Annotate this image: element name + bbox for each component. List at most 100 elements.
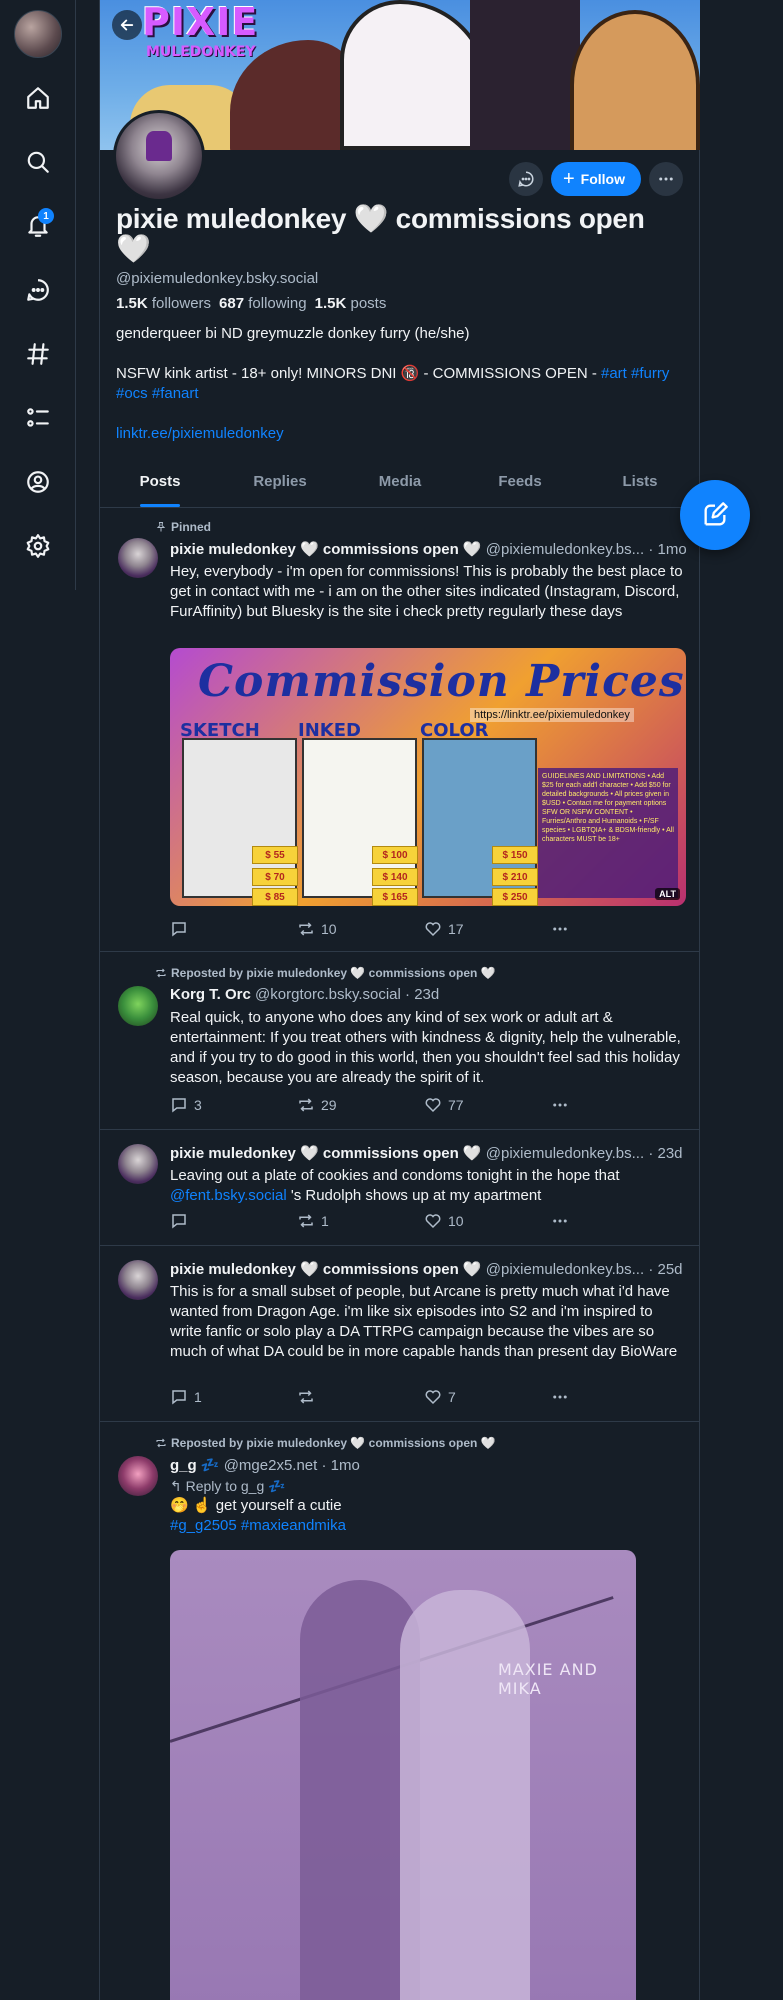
post-time[interactable]: · 23d [648,1145,682,1162]
post-time[interactable]: · 25d [648,1261,682,1278]
repost-button[interactable]: 10 [297,920,424,938]
repost-label: Reposted by pixie muledonkey 🤍 commissio… [155,966,496,980]
profile-column: PIXIE MULEDONKEY + Follow pixie muledonk… [99,0,700,2000]
post-time[interactable]: · 23d [405,986,439,1003]
heart-icon [425,1214,441,1229]
compose-button[interactable] [680,480,750,550]
post-actions: 1 7 [170,1388,590,1406]
repost-icon [299,1098,313,1112]
search-icon[interactable] [18,142,58,182]
reply-button[interactable] [170,920,297,938]
repost-icon [299,1390,313,1404]
like-button[interactable]: 10 [424,1212,551,1230]
tab-replies[interactable]: Replies [220,460,340,507]
post-more-button[interactable] [551,1388,590,1406]
reply-icon [172,1390,186,1405]
profile-info: pixie muledonkey 🤍 commissions open 🤍 @p… [116,204,686,464]
avatar[interactable] [118,538,158,578]
tab-posts[interactable]: Posts [100,460,220,507]
reply-icon [172,1214,186,1229]
repost-button[interactable]: 1 [297,1212,424,1230]
chat-icon [518,171,534,187]
left-nav-rail: 1 [0,0,76,590]
post-card[interactable]: Reposted by pixie muledonkey 🤍 commissio… [100,1422,700,2000]
bio-link[interactable]: linktr.ee/pixiemuledonkey [116,425,284,442]
hashtag-link[interactable]: #g_g2505 #maxieandmika [170,1517,346,1534]
post-text: This is for a small subset of people, bu… [170,1283,678,1360]
mention-link[interactable]: @fent.bsky.social [170,1187,287,1204]
arrow-left-icon [120,19,134,31]
hashtag-link[interactable]: #fanart [152,385,199,402]
avatar[interactable] [118,1260,158,1300]
followers-stat[interactable]: 1.5K followers [116,295,211,312]
tab-media[interactable]: Media [340,460,460,507]
notifications-badge: 1 [38,208,54,224]
author-name[interactable]: g_g [170,1457,197,1474]
like-button[interactable]: 7 [424,1388,551,1406]
hashtag-link[interactable]: #ocs [116,385,148,402]
account-avatar[interactable] [14,10,62,58]
post-hashtags: #g_g2505 #maxieandmika [170,1516,686,1536]
reply-button[interactable]: 3 [170,1096,297,1114]
author-handle[interactable]: @pixiemuledonkey.bs... [486,541,644,558]
chat-icon[interactable] [18,270,58,310]
more-options-button[interactable] [649,162,683,196]
bell-icon[interactable]: 1 [18,206,58,246]
avatar[interactable] [118,1456,158,1496]
post-image[interactable]: MAXIE AND MIKA [170,1550,636,2000]
image-title: Commission Prices [198,656,685,707]
post-card[interactable]: Pinned pixie muledonkey 🤍 commissions op… [100,508,700,952]
alt-badge[interactable]: ALT [655,888,680,900]
reply-to-label[interactable]: ↰ Reply to g_g 💤 [170,1476,686,1496]
reply-button[interactable] [170,1212,297,1230]
author-name[interactable]: pixie muledonkey 🤍 commissions open 🤍 [170,1145,482,1162]
post-more-button[interactable] [551,1096,590,1114]
profile-icon[interactable] [18,462,58,502]
back-button[interactable] [112,10,142,40]
author-handle[interactable]: @korgtorc.bsky.social [255,986,401,1003]
author-handle[interactable]: @mge2x5.net [224,1457,318,1474]
list-icon[interactable] [18,398,58,438]
post-more-button[interactable] [551,920,590,938]
author-name[interactable]: pixie muledonkey 🤍 commissions open 🤍 [170,541,482,558]
ellipsis-icon [659,177,673,181]
reply-button[interactable]: 1 [170,1388,297,1406]
repost-icon [299,1214,313,1228]
ellipsis-icon [553,1395,567,1399]
repost-icon [156,968,166,978]
post-card[interactable]: Reposted by pixie muledonkey 🤍 commissio… [100,952,700,1130]
pinned-label: Pinned [155,520,211,534]
tab-feeds[interactable]: Feeds [460,460,580,507]
avatar[interactable] [118,986,158,1026]
post-actions: 10 17 [170,920,590,938]
post-card[interactable]: pixie muledonkey 🤍 commissions open 🤍 @p… [100,1246,700,1422]
home-icon[interactable] [18,78,58,118]
post-image[interactable]: Commission Prices https://linktr.ee/pixi… [170,648,686,906]
reply-arrow-icon: ↰ [170,1478,182,1494]
following-stat[interactable]: 687 following [219,295,307,312]
repost-button[interactable] [297,1388,424,1406]
post-header: pixie muledonkey 🤍 commissions open 🤍 @p… [170,1260,686,1278]
post-time[interactable]: · 1mo [322,1457,360,1474]
post-text: Real quick, to anyone who does any kind … [170,1009,681,1086]
author-name[interactable]: Korg T. Orc [170,986,251,1003]
author-handle[interactable]: @pixiemuledonkey.bs... [486,1145,644,1162]
hashtag-link[interactable]: #furry [631,365,669,382]
post-card[interactable]: pixie muledonkey 🤍 commissions open 🤍 @p… [100,1130,700,1246]
like-button[interactable]: 77 [424,1096,551,1114]
post-time[interactable]: · 1mo [648,541,686,558]
hashtag-link[interactable]: #art [601,365,627,382]
repost-button[interactable]: 29 [297,1096,424,1114]
avatar[interactable] [118,1144,158,1184]
profile-avatar[interactable] [113,110,205,202]
hashtag-icon[interactable] [18,334,58,374]
like-button[interactable]: 17 [424,920,551,938]
gear-icon[interactable] [18,526,58,566]
post-more-button[interactable] [551,1212,590,1230]
post-text: Hey, everybody - i'm open for commission… [170,563,683,620]
message-button[interactable] [508,162,543,196]
author-handle[interactable]: @pixiemuledonkey.bs... [486,1261,644,1278]
post-text: Leaving out a plate of cookies and condo… [170,1167,620,1204]
author-name[interactable]: pixie muledonkey 🤍 commissions open 🤍 [170,1261,482,1278]
follow-button[interactable]: + Follow [550,162,641,196]
